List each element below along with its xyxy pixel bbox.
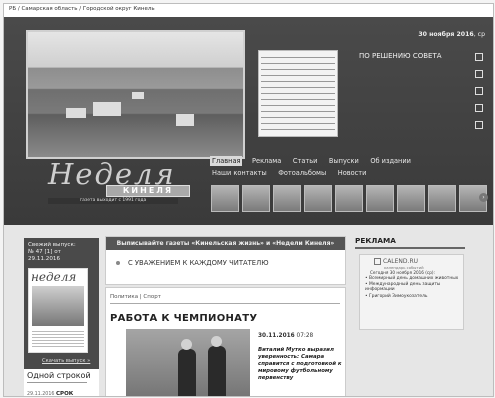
- nav-about[interactable]: Об издании: [368, 156, 413, 166]
- nav-news[interactable]: Новости: [336, 168, 369, 178]
- thumb-6[interactable]: [366, 185, 394, 212]
- nav-issues[interactable]: Выпуски: [327, 156, 361, 166]
- latest-issue-panel: Свежий выпуск: № 47 [1] от 29.11.2016 не…: [24, 238, 99, 396]
- article-title[interactable]: РАБОТА К ЧЕМПИОНАТУ: [110, 313, 257, 324]
- one-line-news: Одной строкой 29.11.2016 СРОК: [24, 369, 99, 396]
- slide-dot-1[interactable]: [475, 53, 483, 61]
- issue-cover[interactable]: неделя: [28, 268, 88, 353]
- thumb-1[interactable]: [211, 185, 239, 212]
- one-line-heading: Одной строкой: [27, 371, 91, 380]
- council-decision-heading[interactable]: ПО РЕШЕНИЮ СОВЕТА: [359, 52, 442, 60]
- one-line-item[interactable]: 29.11.2016 СРОК: [27, 391, 73, 396]
- subscribe-text[interactable]: Выписывайте газеты «Кинельская жизнь» и …: [106, 237, 345, 250]
- slide-dot-4[interactable]: [475, 104, 483, 112]
- ads-sidebar: РЕКЛАМА CALEND.RU календарь событий Сего…: [353, 236, 469, 396]
- download-issue-link[interactable]: Скачать выпуск »: [42, 358, 90, 364]
- article-lead[interactable]: Виталий Мутко выразил уверенность: Самар…: [258, 347, 342, 382]
- subscribe-banner: Выписывайте газеты «Кинельская жизнь» и …: [105, 236, 346, 285]
- calendar-event[interactable]: • Всемирный день домашних животных: [365, 276, 460, 281]
- calendar-widget: CALEND.RU календарь событий Сегодня 30 н…: [359, 254, 464, 330]
- council-decision-document[interactable]: [258, 50, 338, 137]
- thumb-7[interactable]: [397, 185, 425, 212]
- article-photo[interactable]: [126, 329, 250, 396]
- article-categories[interactable]: Политика | Спорт: [110, 294, 161, 300]
- calendar-today: Сегодня 30 ноября 2016 (ср):: [370, 270, 435, 275]
- header-date: 30 ноября 2016, ср: [418, 31, 485, 38]
- nav-home[interactable]: Главная: [210, 156, 243, 166]
- calendar-event[interactable]: • Международный день защиты информации: [365, 282, 460, 292]
- bullet-icon: [116, 261, 120, 265]
- slide-dot-2[interactable]: [475, 70, 483, 78]
- slide-dot-3[interactable]: [475, 87, 483, 95]
- slider-indicators: [475, 53, 483, 138]
- calendar-event[interactable]: • Григорий Зимоукозатель: [365, 294, 460, 299]
- calendar-link[interactable]: CALEND.RU: [374, 258, 418, 265]
- breadcrumb-text[interactable]: РБ / Самарская область / Городской округ…: [9, 6, 155, 12]
- nav-photoalbums[interactable]: Фотоальбомы: [276, 168, 328, 178]
- nav-ads[interactable]: Реклама: [250, 156, 283, 166]
- latest-issue-info: Свежий выпуск: № 47 [1] от 29.11.2016: [28, 242, 76, 262]
- hero-photo[interactable]: [26, 30, 245, 159]
- browser-frame: РБ / Самарская область / Городской округ…: [3, 3, 494, 397]
- ads-heading: РЕКЛАМА: [355, 236, 396, 245]
- nav-contacts[interactable]: Наши контакты: [210, 168, 269, 178]
- calendar-events: • Всемирный день домашних животных • Меж…: [365, 276, 460, 300]
- thumb-4[interactable]: [304, 185, 332, 212]
- breadcrumb: РБ / Самарская область / Городской округ…: [4, 4, 493, 17]
- article-date: 30.11.2016 07:28: [258, 333, 314, 339]
- logo-tagline: газета выходит с 1991 года: [48, 198, 178, 204]
- logo-city: КИНЕЛЯ: [106, 185, 190, 197]
- site-header: 30 ноября 2016, ср ПО РЕШЕНИЮ СОВЕТА Нед…: [4, 17, 493, 225]
- thumb-3[interactable]: [273, 185, 301, 212]
- thumb-8[interactable]: [428, 185, 456, 212]
- respect-message: С УВАЖЕНИЕМ К КАЖДОМУ ЧИТАТЕЛЮ: [116, 259, 269, 267]
- content-area: Свежий выпуск: № 47 [1] от 29.11.2016 не…: [4, 225, 493, 396]
- calendar-icon: [374, 258, 381, 265]
- featured-article: Политика | Спорт РАБОТА К ЧЕМПИОНАТУ 30.…: [105, 287, 346, 396]
- thumb-5[interactable]: [335, 185, 363, 212]
- site-logo[interactable]: Неделя КИНЕЛЯ газета выходит с 1991 года: [42, 157, 192, 207]
- chevron-right-icon[interactable]: ›: [479, 193, 488, 202]
- thumb-2[interactable]: [242, 185, 270, 212]
- slide-dot-5[interactable]: [475, 121, 483, 129]
- main-nav: Главная Реклама Статьи Выпуски Об издани…: [210, 156, 480, 180]
- nav-articles[interactable]: Статьи: [291, 156, 320, 166]
